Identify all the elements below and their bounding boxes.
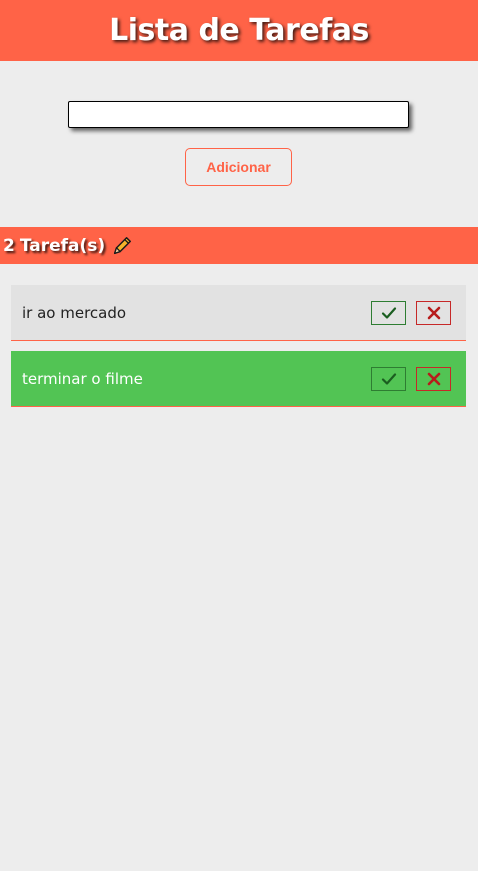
task-item: terminar o filme [11, 351, 466, 407]
delete-task-button[interactable] [416, 300, 451, 325]
pencil-icon [111, 235, 133, 257]
app-header: Lista de Tarefas [0, 0, 478, 61]
task-actions [371, 300, 451, 325]
task-counter-bar: 2 Tarefa(s) [0, 227, 478, 264]
add-button[interactable]: Adicionar [185, 148, 292, 186]
task-count: 2 [3, 235, 15, 256]
close-icon [427, 372, 440, 385]
check-icon [381, 372, 396, 385]
close-icon [427, 306, 440, 319]
complete-task-button[interactable] [371, 300, 406, 325]
delete-task-button[interactable] [416, 366, 451, 391]
complete-task-button[interactable] [371, 366, 406, 391]
task-list: ir ao mercado terminar o filme [0, 264, 478, 407]
task-text: terminar o filme [22, 369, 143, 388]
task-counter: 2 Tarefa(s) [3, 236, 105, 256]
task-count-label: Tarefa(s) [19, 235, 106, 256]
page-title: Lista de Tarefas [109, 13, 369, 48]
task-actions [371, 366, 451, 391]
check-icon [381, 306, 396, 319]
task-text: ir ao mercado [22, 303, 127, 322]
task-item: ir ao mercado [11, 285, 466, 341]
task-input[interactable] [68, 101, 409, 128]
task-form: Adicionar [0, 61, 478, 227]
